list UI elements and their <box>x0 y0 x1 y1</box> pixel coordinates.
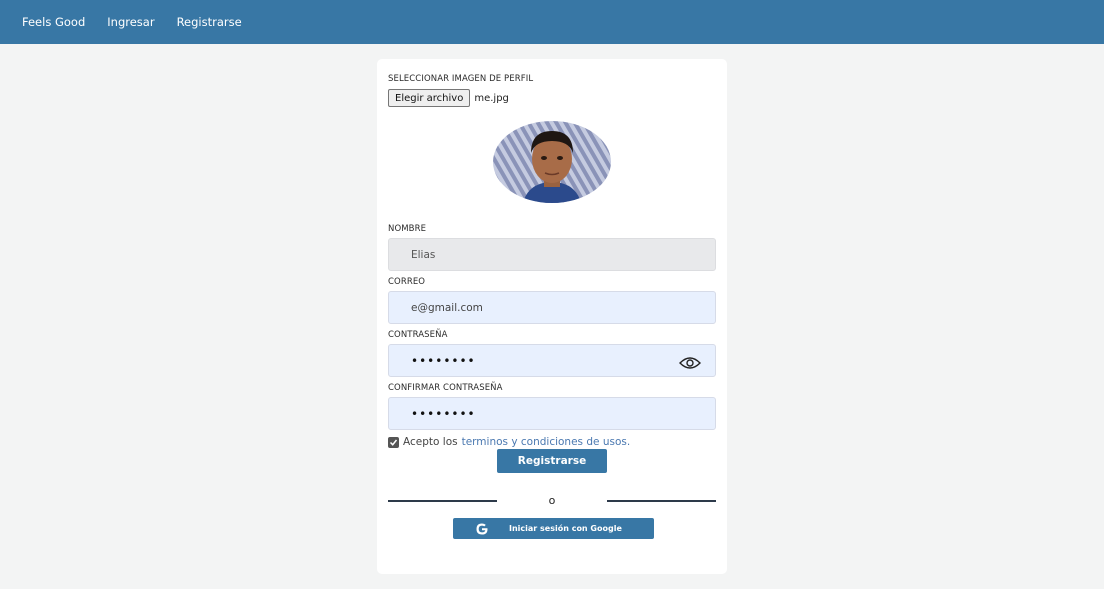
terms-link[interactable]: terminos y condiciones de usos. <box>462 436 631 448</box>
nav-link-ingresar[interactable]: Ingresar <box>107 15 154 29</box>
register-card: SELECCIONAR IMAGEN DE PERFIL Elegir arch… <box>377 59 727 574</box>
divider-line-right <box>607 500 716 502</box>
terms-text: Acepto los <box>403 436 458 448</box>
eye-icon[interactable] <box>679 356 701 370</box>
divider-text: o <box>548 494 556 507</box>
profile-image-label: SELECCIONAR IMAGEN DE PERFIL <box>388 74 534 84</box>
confirm-password-field[interactable] <box>388 397 716 430</box>
password-field[interactable] <box>388 344 716 377</box>
top-navbar: Feels Good Ingresar Registrarse <box>0 0 1104 44</box>
brand-link[interactable]: Feels Good <box>22 15 85 29</box>
name-field[interactable] <box>388 238 716 271</box>
google-signin-button[interactable]: Iniciar sesión con Google <box>453 518 654 539</box>
name-label: NOMBRE <box>388 224 427 234</box>
email-field[interactable] <box>388 291 716 324</box>
avatar <box>493 121 611 203</box>
check-icon <box>389 439 398 446</box>
divider-line-left <box>388 500 497 502</box>
file-picker: Elegir archivo me.jpg <box>388 89 509 107</box>
email-label: CORREO <box>388 277 426 287</box>
register-button[interactable]: Registrarse <box>497 449 607 473</box>
terms-row: Acepto los terminos y condiciones de uso… <box>388 436 630 448</box>
avatar-photo <box>493 121 611 203</box>
password-label: CONTRASEÑA <box>388 330 448 340</box>
nav-link-registrarse[interactable]: Registrarse <box>177 15 242 29</box>
file-name: me.jpg <box>474 92 509 104</box>
choose-file-button[interactable]: Elegir archivo <box>388 89 471 107</box>
confirm-password-label: CONFIRMAR CONTRASEÑA <box>388 383 503 393</box>
google-icon <box>476 523 488 534</box>
terms-checkbox[interactable] <box>388 436 399 448</box>
google-button-label: Iniciar sesión con Google <box>509 524 622 533</box>
